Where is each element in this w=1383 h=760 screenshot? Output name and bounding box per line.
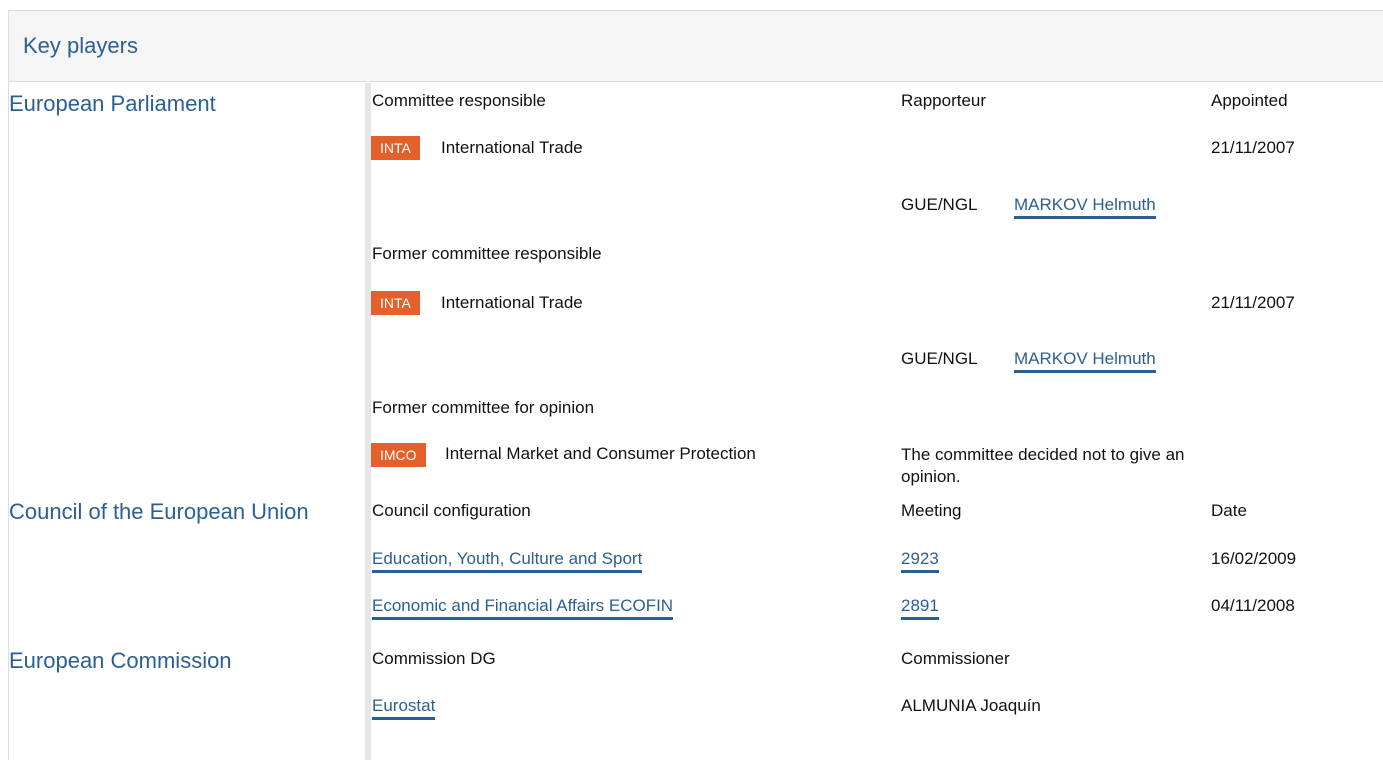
meeting-link[interactable]: 2891 [901,596,939,620]
committee-name: International Trade [441,293,583,312]
committee-name: Internal Market and Consumer Protection [445,444,756,463]
council-date: 04/11/2008 [1211,596,1295,615]
council-config-link-wrap[interactable]: Economic and Financial Affairs ECOFIN [372,596,674,620]
col-header-rapporteur: Rapporteur [901,91,987,110]
panel-header: Key players [9,11,1383,82]
council-config-link[interactable]: Education, Youth, Culture and Sport [372,549,643,573]
key-players-panel: Key players European Parliament Committe… [8,10,1383,760]
meeting-link[interactable]: 2923 [901,549,939,573]
rapporteur-name-link[interactable]: MARKOV Helmuth [1014,195,1156,219]
col-header-meeting: Meeting [901,501,962,520]
committee-badge-inta: INTA [371,136,420,160]
col-header-commissioner: Commissioner [901,649,1010,668]
commission-dg-link[interactable]: Eurostat [372,696,436,720]
rapporteur-group: GUE/NGL [901,195,978,214]
col-header-appointed: Appointed [1211,91,1288,110]
meeting-link-wrap[interactable]: 2891 [901,596,939,620]
former-committee-label: Former committee responsible [372,244,602,263]
rapporteur-name-link[interactable]: MARKOV Helmuth [1014,349,1156,373]
opinion-note: The committee decided not to give an opi… [901,445,1185,486]
content-divider-bar [365,83,371,760]
committee-badge-inta: INTA [371,291,420,315]
section-label-commission: European Commission [9,648,232,673]
rapporteur-group: GUE/NGL [901,349,978,368]
council-config-link-wrap[interactable]: Education, Youth, Culture and Sport [372,549,643,573]
former-opinion-label: Former committee for opinion [372,398,595,417]
committee-name: International Trade [441,138,583,157]
col-header-commission-dg: Commission DG [372,649,496,668]
committee-badge-imco: IMCO [371,443,426,467]
commission-dg-link-wrap[interactable]: Eurostat [372,696,436,720]
panel-title: Key players [23,33,138,58]
section-label-council: Council of the European Union [9,499,309,524]
commissioner-name: ALMUNIA Joaquín [901,696,1041,715]
rapporteur-link[interactable]: MARKOV Helmuth [1014,195,1156,219]
council-config-link[interactable]: Economic and Financial Affairs ECOFIN [372,596,674,620]
appointed-date: 21/11/2007 [1211,138,1295,157]
section-label-european-parliament: European Parliament [9,91,216,116]
col-header-committee-responsible: Committee responsible [372,91,546,110]
appointed-date: 21/11/2007 [1211,293,1295,312]
council-date: 16/02/2009 [1211,549,1297,568]
col-header-date: Date [1211,501,1247,520]
meeting-link-wrap[interactable]: 2923 [901,549,939,573]
rapporteur-link[interactable]: MARKOV Helmuth [1014,349,1156,373]
col-header-council-configuration: Council configuration [372,501,531,520]
